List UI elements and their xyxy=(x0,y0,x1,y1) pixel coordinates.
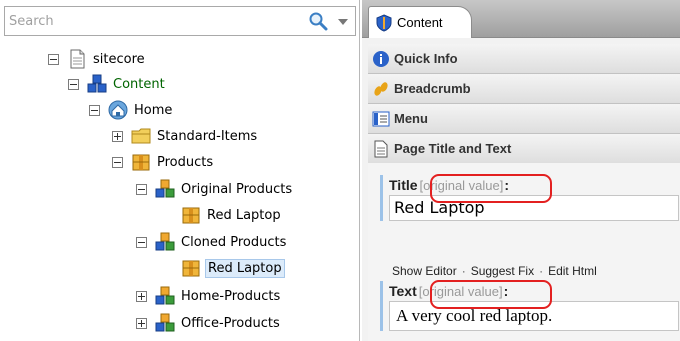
info-icon xyxy=(373,50,389,67)
tree-node-red-laptop-clone[interactable]: Red Laptop xyxy=(162,255,285,281)
package-icon xyxy=(182,207,200,224)
tree-node-original-products[interactable]: Original Products xyxy=(136,176,294,202)
edit-html-link[interactable]: Edit Html xyxy=(548,264,597,278)
tree-node-label: Products xyxy=(157,154,214,170)
tree-node-label: Home xyxy=(134,102,173,118)
breadcrumb-icon xyxy=(374,81,388,96)
text-field[interactable]: A very cool red laptop. xyxy=(389,301,679,331)
search-box xyxy=(4,6,356,36)
page-icon xyxy=(70,49,85,69)
rich-text-toolbar: Show Editor · Suggest Fix · Edit Html xyxy=(392,264,597,278)
tree-node-office-products[interactable]: Office-Products xyxy=(136,310,282,336)
section-label: Quick Info xyxy=(394,51,458,66)
section-menu[interactable]: Menu xyxy=(368,104,680,134)
tab-label: Content xyxy=(397,15,443,30)
field-colon: : xyxy=(504,177,510,193)
tree-node-label: Original Products xyxy=(181,181,293,197)
expand-toggle[interactable] xyxy=(112,130,123,142)
tree-node-products[interactable]: Products xyxy=(112,149,215,175)
collapse-toggle[interactable] xyxy=(89,104,100,116)
field-text: Text [original value] : A very cool red … xyxy=(380,281,680,331)
search-input[interactable] xyxy=(9,12,289,30)
field-name: Text xyxy=(389,283,417,299)
document-icon xyxy=(374,140,388,157)
search-icon[interactable] xyxy=(307,11,329,33)
field-name: Title xyxy=(389,177,418,193)
field-title: Title [original value] : Red Laptop xyxy=(380,175,680,221)
content-editor-pane: Content Quick Info Breadcrumb Menu Page … xyxy=(362,0,680,341)
package-icon xyxy=(132,154,150,171)
original-value-note: [original value] xyxy=(418,283,503,299)
tab-content[interactable]: Content xyxy=(368,6,472,38)
tree-node-standard-items[interactable]: Standard-Items xyxy=(112,123,259,149)
cubes-icon xyxy=(155,313,175,332)
tree-node-red-laptop-original[interactable]: Red Laptop xyxy=(162,202,283,228)
expand-toggle[interactable] xyxy=(136,290,147,302)
tree-node-label: Standard-Items xyxy=(157,128,258,144)
collapse-toggle[interactable] xyxy=(68,78,79,90)
home-icon xyxy=(108,100,128,120)
field-colon: : xyxy=(503,283,509,299)
suggest-fix-link[interactable]: Suggest Fix xyxy=(471,264,534,278)
collapse-toggle[interactable] xyxy=(112,156,123,168)
tree-node-home-products[interactable]: Home-Products xyxy=(136,283,282,309)
tree-node-home[interactable]: Home xyxy=(89,97,174,123)
tree-node-label: Red Laptop xyxy=(205,258,285,278)
tree-node-label: Home-Products xyxy=(181,288,281,304)
collapse-toggle[interactable] xyxy=(48,53,59,65)
section-label: Menu xyxy=(394,111,428,126)
cubes-icon xyxy=(155,286,175,305)
folder-icon xyxy=(131,128,151,144)
collapse-toggle[interactable] xyxy=(136,236,147,248)
section-fields: Title [original value] : Red Laptop Text… xyxy=(368,163,680,341)
cubes-icon xyxy=(155,232,175,251)
section-label: Page Title and Text xyxy=(394,141,512,156)
tree-node-sitecore[interactable]: sitecore xyxy=(48,46,147,72)
section-page-title-and-text[interactable]: Page Title and Text xyxy=(368,134,680,164)
title-field[interactable]: Red Laptop xyxy=(389,195,679,221)
menu-icon xyxy=(372,111,390,126)
expand-toggle[interactable] xyxy=(136,317,147,329)
tree-node-cloned-products[interactable]: Cloned Products xyxy=(136,229,288,255)
cubes-icon xyxy=(155,179,175,198)
section-quick-info[interactable]: Quick Info xyxy=(368,44,680,74)
tree-node-label: sitecore xyxy=(93,51,145,67)
section-breadcrumb[interactable]: Breadcrumb xyxy=(368,74,680,104)
separator: · xyxy=(461,264,466,278)
separator: · xyxy=(539,264,544,278)
show-editor-link[interactable]: Show Editor xyxy=(392,264,457,278)
tree-node-label: Office-Products xyxy=(181,315,280,331)
content-cubes-icon xyxy=(87,74,107,93)
field-label: Text [original value] : xyxy=(389,281,680,301)
package-icon xyxy=(182,260,200,277)
editor-tab-bar: Content xyxy=(362,0,680,38)
tree-node-label: Red Laptop xyxy=(207,207,281,223)
tree-node-label: Content xyxy=(113,76,165,92)
tree-node-label: Cloned Products xyxy=(181,234,287,250)
chevron-down-icon[interactable] xyxy=(337,18,349,26)
original-value-note: [original value] xyxy=(419,177,504,193)
content-shield-icon xyxy=(376,13,392,32)
field-label: Title [original value] : xyxy=(389,175,680,195)
content-tree-pane: sitecore Content Home xyxy=(0,0,360,341)
section-label: Breadcrumb xyxy=(394,81,471,96)
tree-node-content[interactable]: Content xyxy=(68,71,167,97)
collapse-toggle[interactable] xyxy=(136,183,147,195)
